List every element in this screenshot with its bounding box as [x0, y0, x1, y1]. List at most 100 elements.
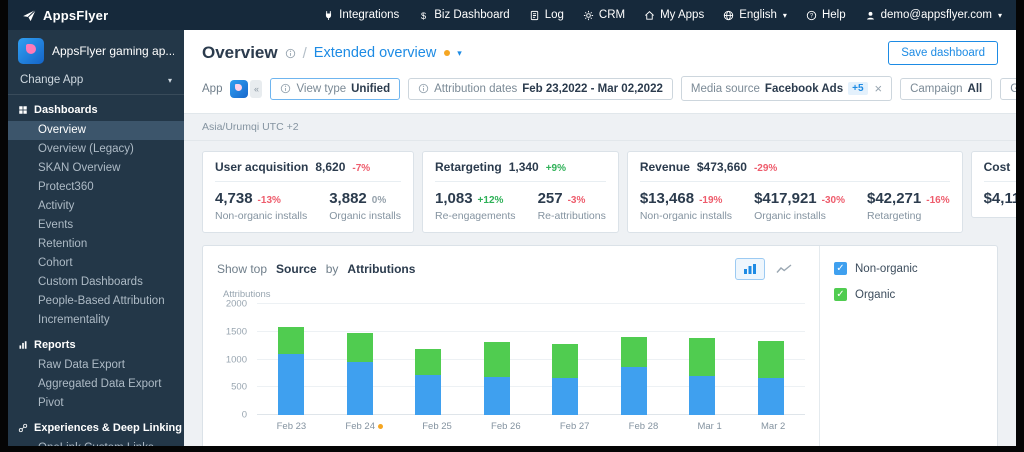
- sidebar-item-retention[interactable]: Retention: [8, 235, 184, 254]
- current-app-name: AppsFlyer gaming ap...: [52, 44, 174, 58]
- sidebar-item-incrementality[interactable]: Incrementality: [8, 311, 184, 330]
- bar-segment-non-organic[interactable]: [757, 378, 784, 415]
- chart-plot-wrap: 0 500 1000 1500 2000: [217, 299, 805, 421]
- dashboard-dropdown-icon[interactable]: ▾: [457, 48, 462, 59]
- legend-item-organic[interactable]: ✓ Organic: [834, 288, 983, 301]
- nav-item-biz-dashboard[interactable]: $ Biz Dashboard: [418, 9, 509, 21]
- kpi-stat-label: Organic installs: [754, 210, 826, 222]
- kpi-card-header: Cost: [983, 160, 1016, 182]
- bar-segment-non-organic[interactable]: [620, 366, 647, 415]
- sidebar-item-pivot[interactable]: Pivot: [8, 394, 184, 413]
- kpi-stat-value: 257: [537, 190, 563, 207]
- bar-feb-26[interactable]: [483, 341, 510, 415]
- app-selector[interactable]: AppsFlyer gaming ap...: [8, 30, 184, 69]
- kpi-stat-value: $42,271: [867, 190, 922, 207]
- bar-chart-toggle-button[interactable]: [735, 258, 765, 280]
- sidebar-item-cohort[interactable]: Cohort: [8, 254, 184, 273]
- bar-segment-non-organic[interactable]: [552, 378, 579, 415]
- nav-item-log[interactable]: Log: [529, 9, 564, 21]
- sidebar-item-overview[interactable]: Overview: [8, 121, 184, 140]
- sidebar-item-skan-overview[interactable]: SKAN Overview: [8, 159, 184, 178]
- metric-dropdown[interactable]: Attributions: [347, 262, 415, 276]
- sidebar-item-aggregated-data-export[interactable]: Aggregated Data Export: [8, 375, 184, 394]
- line-chart-toggle-button[interactable]: [769, 258, 799, 280]
- chart-legend: ✓ Non-organic ✓ Organic: [819, 246, 997, 446]
- kpi-stat-value-row: 257 -3%: [538, 190, 606, 207]
- show-top-source-dropdown[interactable]: Source: [276, 262, 317, 276]
- bar-segment-non-organic[interactable]: [689, 375, 716, 415]
- timezone-label: Asia/Urumqi UTC +2: [184, 114, 1016, 141]
- bar-feb-24[interactable]: [346, 332, 373, 415]
- sidebar-item-events[interactable]: Events: [8, 216, 184, 235]
- save-dashboard-button[interactable]: Save dashboard: [888, 41, 998, 65]
- bar-segment-non-organic[interactable]: [483, 377, 510, 415]
- nav-item-crm[interactable]: CRM: [583, 9, 625, 21]
- change-app-dropdown[interactable]: Change App ▾: [8, 69, 184, 95]
- attribution-dates-filter[interactable]: Attribution dates Feb 23,2022 - Mar 02,2…: [408, 77, 673, 100]
- bar-segment-organic[interactable]: [552, 343, 579, 379]
- bar-segment-organic[interactable]: [620, 336, 647, 367]
- bar-feb-28[interactable]: [620, 336, 647, 415]
- legend-item-non-organic[interactable]: ✓ Non-organic: [834, 262, 983, 275]
- bar-segment-non-organic[interactable]: [415, 375, 442, 415]
- sidebar-item-people-based-attribution[interactable]: People-Based Attribution: [8, 292, 184, 311]
- bar-feb-27[interactable]: [552, 343, 579, 415]
- bar-segment-organic[interactable]: [346, 332, 373, 362]
- kpi-stat-value: $4,117: [983, 190, 1016, 207]
- app-filter[interactable]: «: [230, 79, 263, 98]
- kpi-card-stats: $4,117-34%: [984, 182, 1016, 207]
- nav-item-label: CRM: [598, 9, 626, 21]
- geo-filter[interactable]: Geo All: [1000, 77, 1016, 100]
- sidebar-item-raw-data-export[interactable]: Raw Data Export: [8, 356, 184, 375]
- media-source-count-badge[interactable]: +5: [848, 82, 868, 95]
- appsflyer-logo[interactable]: AppsFlyer: [22, 8, 108, 23]
- remove-media-source-icon[interactable]: ×: [875, 81, 883, 96]
- legend-item-label: Organic: [855, 288, 896, 301]
- overview-info-icon[interactable]: [285, 48, 296, 59]
- bar-segment-organic[interactable]: [689, 338, 716, 376]
- checkbox-checked-icon[interactable]: ✓: [834, 262, 847, 275]
- by-label: by: [325, 262, 339, 276]
- campaign-filter[interactable]: Campaign All: [900, 77, 993, 100]
- nav-item-account[interactable]: demo@appsflyer.com ▾: [865, 9, 1002, 21]
- bar-feb-23[interactable]: [278, 326, 305, 415]
- bar-segment-non-organic[interactable]: [346, 361, 373, 415]
- reports-icon: [18, 340, 28, 350]
- nav-item-language[interactable]: English ▾: [723, 9, 787, 21]
- bar-segment-organic[interactable]: [415, 348, 442, 376]
- view-type-filter[interactable]: View type Unified: [270, 77, 401, 100]
- bar-segment-organic[interactable]: [757, 341, 784, 379]
- sidebar-item-overview-legacy[interactable]: Overview (Legacy): [8, 140, 184, 159]
- app-filter-label: App: [202, 82, 223, 95]
- nav-item-label: Biz Dashboard: [434, 9, 510, 21]
- kpi-card-title: Revenue: [639, 160, 690, 174]
- dashboard-name[interactable]: Extended overview: [314, 45, 437, 61]
- checkbox-checked-icon[interactable]: ✓: [834, 288, 847, 301]
- bar-feb-25[interactable]: [415, 348, 442, 415]
- media-source-filter[interactable]: Media source Facebook Ads +5 ×: [680, 76, 893, 101]
- main-content: Overview / Extended overview ▾ Save dash…: [184, 30, 1016, 446]
- bar-segment-organic[interactable]: [483, 341, 510, 378]
- kpi-card-total-delta: -7%: [352, 163, 371, 174]
- legend-item-label: Non-organic: [855, 262, 918, 275]
- nav-item-help[interactable]: ? Help: [806, 9, 846, 21]
- kpi-card-cost: Cost $4,117-34%: [970, 151, 1016, 218]
- x-tick-label-mar-1: Mar 1: [697, 421, 722, 432]
- dollar-icon: $: [418, 10, 429, 21]
- svg-text:?: ?: [810, 13, 814, 19]
- bar-segment-non-organic[interactable]: [278, 354, 305, 415]
- sidebar-section-reports: Reports: [8, 330, 184, 356]
- chart-x-axis: Feb 23 Feb 24 Feb 25 Feb 26 Feb 27 Feb 28 Mar …: [257, 415, 805, 438]
- sidebar-item-custom-dashboards[interactable]: Custom Dashboards: [8, 273, 184, 292]
- bar-mar-1[interactable]: [689, 338, 716, 415]
- sidebar-item-onelink-custom-links[interactable]: OneLink Custom Links: [8, 439, 184, 446]
- media-source-label: Media source: [690, 82, 760, 95]
- sidebar-item-protect360[interactable]: Protect360: [8, 178, 184, 197]
- bar-mar-2[interactable]: [757, 341, 784, 415]
- nav-item-integrations[interactable]: Integrations: [323, 9, 399, 21]
- sidebar-item-activity[interactable]: Activity: [8, 197, 184, 216]
- nav-item-my-apps[interactable]: My Apps: [644, 9, 704, 21]
- bar-segment-organic[interactable]: [278, 326, 305, 354]
- kpi-stat-label: Non-organic installs: [215, 210, 308, 222]
- kpi-stat-value-row: $4,117-34%: [984, 190, 1016, 207]
